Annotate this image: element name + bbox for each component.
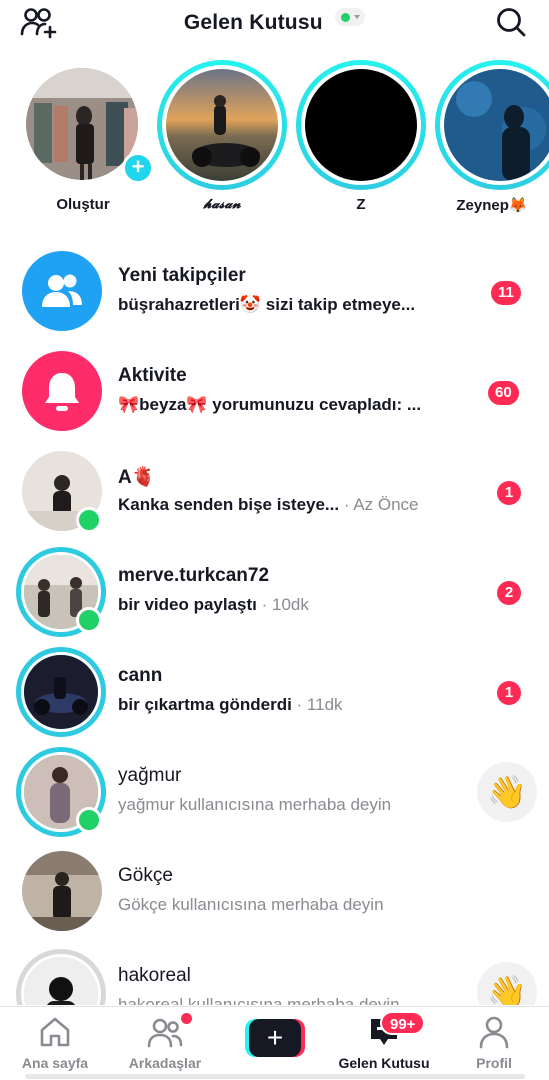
list-item-chat[interactable]: A🫀 Kanka senden bişe isteye... · Az Önce…	[0, 445, 549, 545]
tab-friends[interactable]: Arkadaşlar	[110, 1015, 220, 1075]
message-preview: Kanka senden bişe isteye...	[118, 495, 340, 514]
add-story-button[interactable]: +	[122, 152, 154, 184]
story-item[interactable]: 𝓱𝓪𝓼𝓪𝓷	[157, 60, 287, 220]
stories-row: + Oluştur 𝓱𝓪𝓼𝓪𝓷 Z Zeynep🦊	[0, 60, 549, 220]
home-icon	[37, 1015, 73, 1049]
message-preview: bir çıkartma gönderdi	[118, 695, 292, 714]
list-item-suggestion[interactable]: yağmur yağmur kullanıcısına merhaba deyi…	[0, 745, 549, 845]
bell-icon	[22, 351, 102, 431]
plus-icon: +	[249, 1019, 301, 1057]
followers-icon	[22, 251, 102, 331]
story-ring	[16, 647, 106, 737]
row-subtitle: Gökçe kullanıcısına merhaba deyin	[118, 895, 384, 914]
unread-badge: 60	[488, 381, 519, 405]
tab-profile[interactable]: Profil	[439, 1015, 549, 1075]
avatar	[305, 69, 417, 181]
home-indicator	[25, 1074, 525, 1079]
inbox-badge: 99+	[380, 1011, 426, 1035]
story-name: Z	[356, 196, 366, 213]
create-button[interactable]: +	[245, 1019, 305, 1057]
row-title: Gökçe	[118, 865, 173, 886]
avatar	[22, 851, 102, 931]
tab-label: Profil	[476, 1055, 512, 1071]
avatar	[21, 652, 101, 732]
unread-badge: 2	[497, 581, 521, 605]
row-title: merve.turkcan72	[118, 565, 270, 586]
avatar	[26, 68, 138, 180]
tab-label: Gelen Kutusu	[338, 1055, 430, 1071]
row-title: Yeni takipçiler	[118, 265, 246, 286]
row-subtitle: hakoreal kullanıcısına merhaba deyin	[118, 995, 400, 1005]
tab-label: Ana sayfa	[21, 1055, 89, 1071]
row-title: A🫀	[118, 467, 156, 488]
online-status-dot	[76, 807, 102, 833]
row-subtitle: Kanka senden bişe isteye... · Az Önce	[118, 495, 418, 515]
inbox-header: Gelen Kutusu	[0, 0, 549, 48]
tab-home[interactable]: Ana sayfa	[0, 1015, 110, 1075]
story-name: Zeynep🦊	[456, 197, 528, 214]
avatar	[21, 954, 101, 1005]
avatar	[166, 69, 278, 181]
row-subtitle: 🎀beyza🎀 yorumunuzu cevapladı: ...	[118, 395, 422, 414]
wave-button[interactable]: 👋	[477, 962, 537, 1005]
story-ring	[16, 949, 106, 1005]
list-item-suggestion[interactable]: hakoreal hakoreal kullanıcısına merhaba …	[0, 945, 549, 1005]
timestamp: · Az Önce	[339, 495, 419, 514]
friends-icon	[147, 1015, 183, 1049]
tab-label: Arkadaşlar	[128, 1055, 202, 1071]
online-status-dot	[76, 607, 102, 633]
row-title: yağmur	[118, 765, 182, 786]
timestamp: · 11dk	[291, 695, 343, 714]
bottom-tab-bar: Ana sayfa Arkadaşlar + Gelen Kutusu 99+	[0, 1006, 549, 1080]
list-item-suggestion[interactable]: Gökçe Gökçe kullanıcısına merhaba deyin	[0, 845, 549, 945]
online-status-dot	[76, 507, 102, 533]
row-title: cann	[118, 665, 163, 686]
timestamp: · 10dk	[256, 595, 309, 614]
row-subtitle: yağmur kullanıcısına merhaba deyin	[118, 795, 392, 814]
wave-button[interactable]: 👋	[477, 762, 537, 822]
story-item[interactable]: Zeynep🦊	[435, 60, 549, 220]
story-name: 𝓱𝓪𝓼𝓪𝓷	[203, 196, 241, 211]
profile-icon	[476, 1015, 512, 1049]
list-item-new-followers[interactable]: Yeni takipçiler büşrahazretleri🤡 sizi ta…	[0, 245, 549, 345]
row-title: Aktivite	[118, 365, 187, 386]
status-toggle[interactable]	[335, 8, 366, 26]
unread-badge: 11	[491, 281, 521, 305]
story-name: Oluştur	[56, 196, 110, 213]
message-preview: bir video paylaştı	[118, 595, 257, 614]
row-subtitle: bir çıkartma gönderdi · 11dk	[118, 695, 343, 715]
unread-badge: 1	[497, 681, 521, 705]
page-title[interactable]: Gelen Kutusu	[184, 11, 323, 34]
row-title: hakoreal	[118, 965, 191, 986]
list-item-chat[interactable]: merve.turkcan72 bir video paylaştı · 10d…	[0, 545, 549, 645]
row-subtitle: büşrahazretleri🤡 sizi takip etmeye...	[118, 295, 416, 314]
search-icon[interactable]	[495, 6, 527, 38]
list-item-chat[interactable]: cann bir çıkartma gönderdi · 11dk 1	[0, 645, 549, 745]
avatar	[444, 69, 549, 181]
story-item[interactable]: Z	[296, 60, 426, 220]
story-create[interactable]: + Oluştur	[18, 60, 154, 220]
row-subtitle: bir video paylaştı · 10dk	[118, 595, 309, 615]
notification-dot	[181, 1013, 192, 1024]
online-status-dot	[341, 13, 351, 22]
unread-badge: 1	[497, 481, 521, 505]
chevron-down-icon	[354, 15, 361, 19]
list-item-activity[interactable]: Aktivite 🎀beyza🎀 yorumunuzu cevapladı: .…	[0, 345, 549, 445]
